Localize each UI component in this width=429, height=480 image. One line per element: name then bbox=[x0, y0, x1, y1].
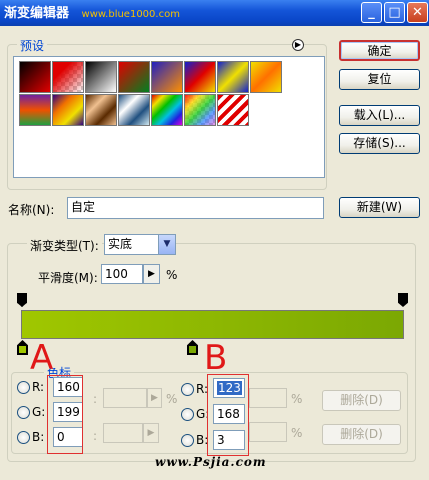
location-input-disabled bbox=[249, 388, 287, 408]
g-label-left: G: bbox=[32, 405, 46, 419]
preset-swatch[interactable] bbox=[118, 61, 150, 93]
preset-swatch[interactable] bbox=[52, 94, 84, 126]
site-watermark: www.blue1000.com bbox=[81, 9, 180, 20]
preset-swatch[interactable] bbox=[19, 94, 51, 126]
window-title: 渐变编辑器 bbox=[4, 6, 70, 21]
colon-left: : bbox=[93, 392, 98, 406]
gradient-type-value: 实底 bbox=[108, 237, 133, 251]
gradient-bar[interactable] bbox=[21, 310, 404, 339]
window-title-area: 渐变编辑器 www.blue1000.com bbox=[4, 2, 180, 21]
preset-swatch[interactable] bbox=[85, 94, 117, 126]
preset-swatch[interactable] bbox=[52, 61, 84, 93]
minimize-button[interactable]: _ bbox=[361, 2, 382, 23]
delete-button-bottom: 删除(D) bbox=[322, 424, 401, 445]
r-input-right[interactable]: 123 bbox=[213, 378, 245, 398]
footer-watermark: www.Psjia.com bbox=[155, 455, 267, 469]
r-value-right: 123 bbox=[217, 381, 242, 395]
b-input-right[interactable]: 3 bbox=[213, 430, 245, 450]
pct-right-1: % bbox=[291, 392, 303, 406]
maximize-button[interactable]: □ bbox=[384, 2, 405, 23]
smoothness-input[interactable]: 100 bbox=[101, 264, 143, 284]
b-label-right: B: bbox=[196, 433, 209, 447]
ok-button[interactable]: 确定 bbox=[339, 40, 420, 61]
r-input-left[interactable]: 160 bbox=[53, 377, 83, 397]
presets-swatch-panel bbox=[13, 56, 325, 178]
smoothness-label: 平滑度(M): bbox=[38, 271, 98, 285]
maximize-icon: □ bbox=[388, 5, 401, 20]
g-label-right: G: bbox=[196, 407, 210, 421]
preset-swatch[interactable] bbox=[85, 61, 117, 93]
close-button[interactable]: ✕ bbox=[407, 2, 428, 23]
smoothness-unit: % bbox=[166, 268, 178, 282]
r-label-right: R: bbox=[196, 382, 209, 396]
preset-swatch[interactable] bbox=[19, 61, 51, 93]
preset-swatch[interactable] bbox=[217, 94, 249, 126]
r-label-left: R: bbox=[32, 380, 45, 394]
radio-g-left[interactable] bbox=[17, 406, 30, 419]
annotation-b: B bbox=[204, 338, 228, 378]
g-input-right[interactable]: 168 bbox=[213, 404, 245, 424]
color-swatch-disabled bbox=[103, 423, 143, 443]
preset-swatch[interactable] bbox=[217, 61, 249, 93]
b-label-left: B: bbox=[32, 430, 45, 444]
preset-swatch[interactable] bbox=[184, 94, 216, 126]
reset-button[interactable]: 复位 bbox=[339, 69, 420, 90]
colon-left-2: : bbox=[93, 429, 98, 443]
name-label: 名称(N): bbox=[8, 203, 55, 217]
b-input-left[interactable]: 0 bbox=[53, 427, 83, 447]
location-input-disabled-2 bbox=[249, 422, 287, 442]
new-button[interactable]: 新建(W) bbox=[339, 197, 420, 218]
radio-b-right[interactable] bbox=[181, 434, 194, 447]
radio-g-right[interactable] bbox=[181, 408, 194, 421]
smoothness-slider-button[interactable]: ▶ bbox=[143, 264, 160, 284]
pct-left: % bbox=[166, 392, 178, 406]
presets-label: 预设 bbox=[17, 37, 48, 54]
presets-menu-icon[interactable]: ▶ bbox=[292, 39, 304, 51]
radio-b-left[interactable] bbox=[17, 431, 30, 444]
title-bar: 渐变编辑器 www.blue1000.com _ □ ✕ bbox=[0, 0, 429, 26]
preset-swatch[interactable] bbox=[151, 61, 183, 93]
color-arrow-button-disabled: ▶ bbox=[143, 423, 159, 443]
radio-r-left[interactable] bbox=[17, 381, 30, 394]
save-button[interactable]: 存储(S)... bbox=[339, 133, 420, 154]
name-input[interactable]: 自定 bbox=[67, 197, 324, 219]
opacity-slider-button-disabled: ▶ bbox=[147, 388, 162, 408]
preset-swatch[interactable] bbox=[151, 94, 183, 126]
annotation-a: A bbox=[30, 338, 54, 378]
pct-right-2: % bbox=[291, 426, 303, 440]
preset-swatch[interactable] bbox=[118, 94, 150, 126]
dropdown-arrow-icon[interactable]: ▼ bbox=[158, 235, 175, 254]
minimize-icon: _ bbox=[368, 5, 375, 20]
preset-swatch[interactable] bbox=[184, 61, 216, 93]
radio-r-right[interactable] bbox=[181, 383, 194, 396]
gradient-type-label: 渐变类型(T): bbox=[27, 237, 102, 254]
opacity-input-disabled bbox=[103, 388, 147, 408]
delete-button-top: 删除(D) bbox=[322, 390, 401, 411]
close-icon: ✕ bbox=[412, 5, 423, 20]
load-button[interactable]: 载入(L)... bbox=[339, 105, 420, 126]
gradient-type-select[interactable]: 实底 ▼ bbox=[104, 234, 176, 255]
preset-swatch[interactable] bbox=[250, 61, 282, 93]
g-input-left[interactable]: 199 bbox=[53, 402, 83, 422]
